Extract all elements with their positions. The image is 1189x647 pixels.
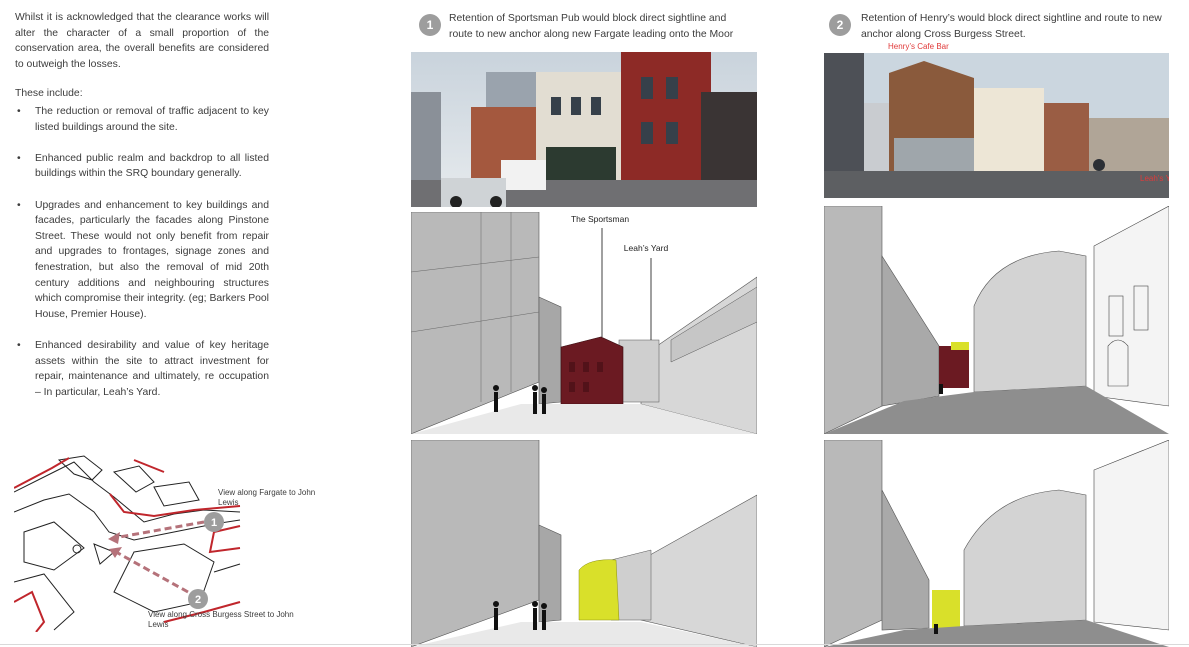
site-map: 1 2 [14,452,324,632]
view2-number-badge: 2 [829,14,851,36]
view2-street-photo: Leah’s Yard [824,53,1169,198]
view2-label-henrys: Henry’s Cafe Bar [888,42,949,51]
bullet-icon: • [17,339,21,351]
view1-model-proposed [411,440,757,647]
map-marker-1-label: 1 [211,517,217,529]
bullet-icon: • [17,152,21,164]
view2-model-existing [824,206,1169,434]
view1-number-badge: 1 [419,14,441,36]
view1-caption: Retention of Sportsman Pub would block d… [449,13,734,40]
view1-label-sportsman: The Sportsman [571,214,629,224]
view1-label-leahs-yard: Leah’s Yard [624,243,669,253]
list-item: • Upgrades and enhancement to key buildin… [15,198,269,323]
benefits-list: • The reduction or removal of traffic adj… [15,104,269,416]
view2-model-proposed [824,440,1169,647]
page-bottom-rule [0,644,1189,645]
list-item: • Enhanced desirability and value of key … [15,338,269,400]
view2-photo-label-leahs-yard: Leah’s Yard [1140,174,1169,183]
view1-model-existing: The Sportsman Leah’s Yard [411,212,757,434]
map-marker-2-label: 2 [195,594,201,606]
list-item: • The reduction or removal of traffic adj… [15,104,269,135]
list-title: These include: [15,88,83,99]
list-item-text: The reduction or removal of traffic adja… [35,106,269,133]
view2-caption: Retention of Henry’s would block direct … [861,13,1162,40]
map-label-cross-burgess: View along Cross Burgess Street to John … [148,610,294,629]
bullet-icon: • [17,199,21,211]
list-item-text: Enhanced public realm and backdrop to al… [35,152,269,180]
intro-paragraph: Whilst it is acknowledged that the clear… [15,12,269,70]
site-map-drawing: 1 2 [14,455,241,632]
list-item-text: Enhanced desirability and value of key h… [35,339,269,398]
map-label-fargate: View along Fargate to John Lewis [218,488,316,507]
view1-street-photo [411,52,757,207]
list-item-text: Upgrades and enhancement to key building… [35,199,269,320]
list-item: • Enhanced public realm and backdrop to a… [15,151,269,182]
bullet-icon: • [17,106,21,117]
